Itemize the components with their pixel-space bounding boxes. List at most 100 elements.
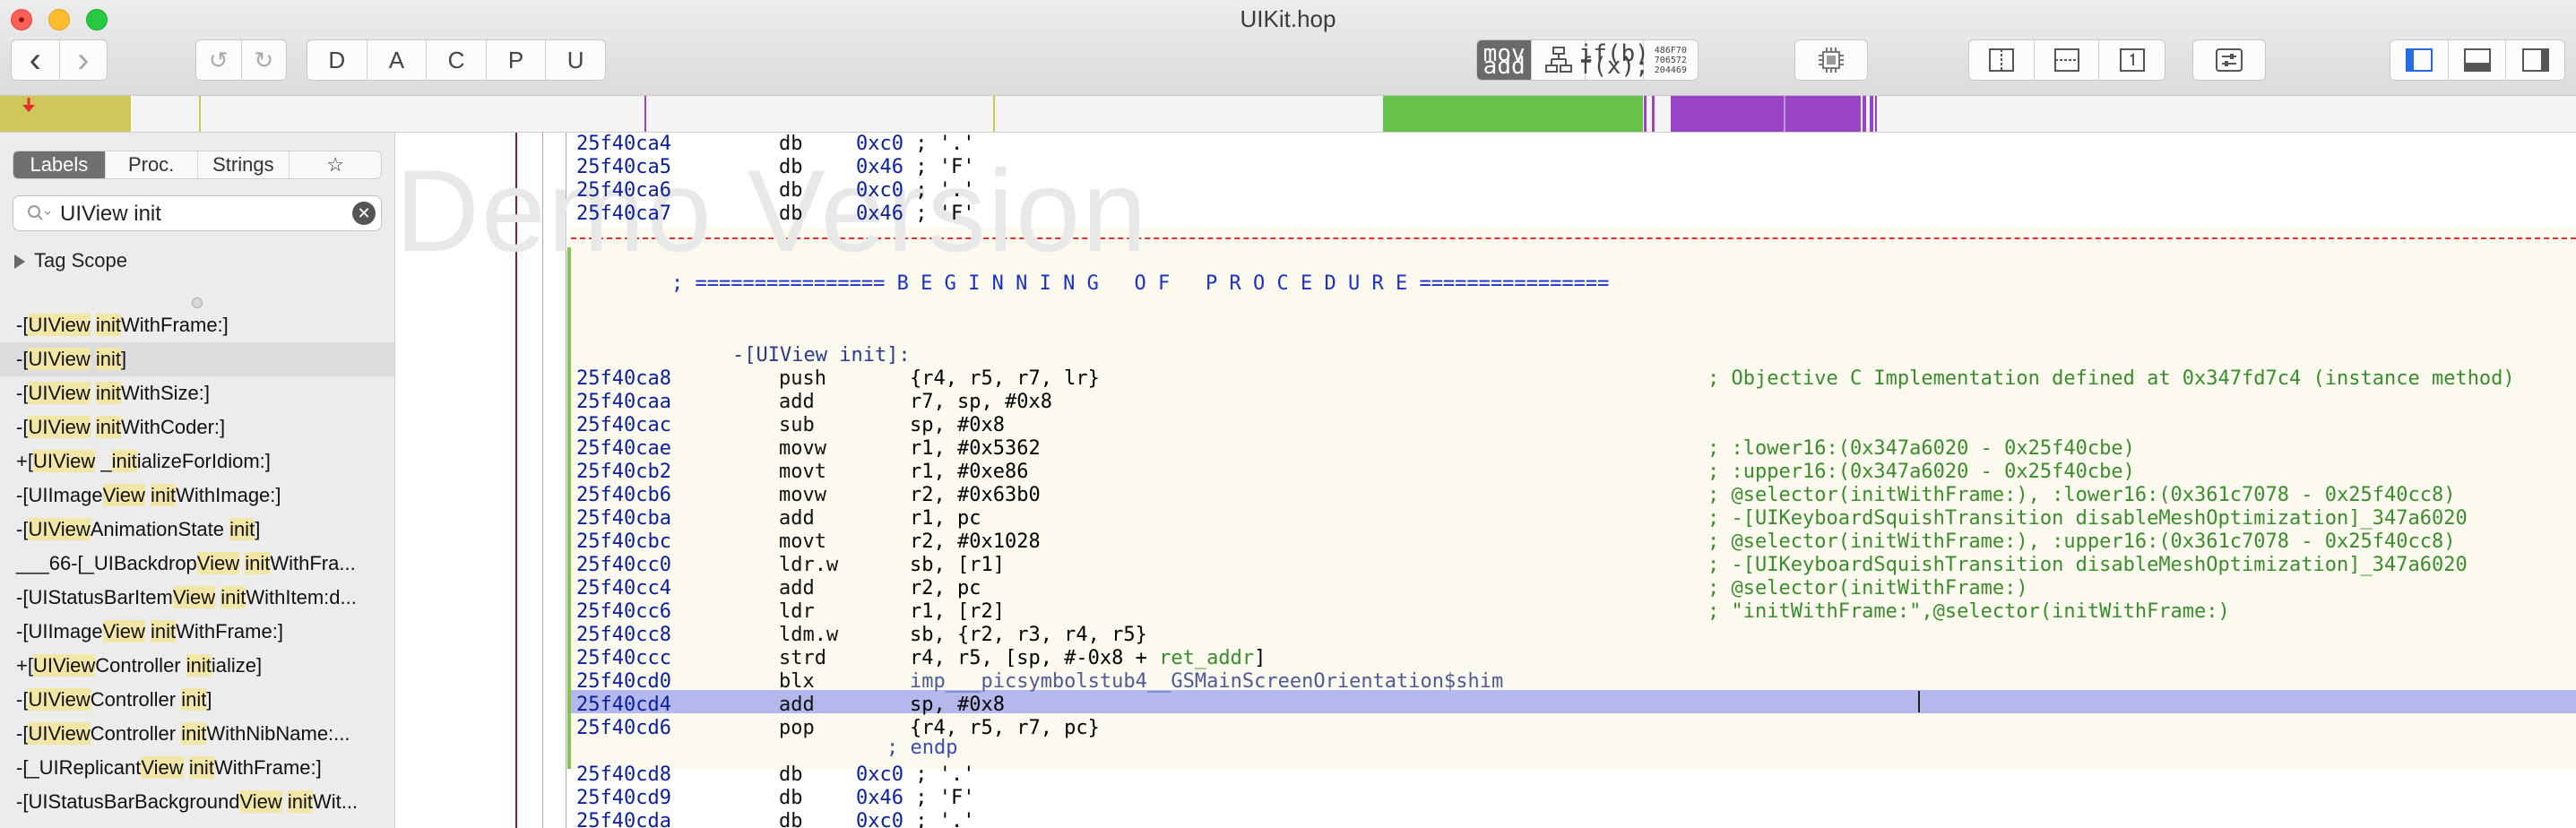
comment: ; Objective C Implementation defined at … xyxy=(1707,367,2515,390)
horizontal-split-button[interactable] xyxy=(2035,40,2100,80)
label-list-item[interactable]: -[UIViewAnimationState init] xyxy=(0,513,394,547)
label-list-item[interactable]: -[UIView init] xyxy=(0,342,394,376)
label-text: ] xyxy=(255,518,261,540)
redo-button[interactable]: ↻ xyxy=(242,40,287,80)
operands: 0xc0 ; '.' xyxy=(856,763,974,787)
mnemonic: ldm.w xyxy=(779,624,839,646)
label-list-item[interactable]: -[UIView initWithSize:] xyxy=(0,376,394,410)
search-match-text: init xyxy=(181,722,207,745)
address: 25f40cba xyxy=(576,507,671,530)
operand-token: sb, [r1] xyxy=(910,554,1005,576)
address: 25f40cd4 xyxy=(576,694,671,716)
forward-button[interactable]: › xyxy=(60,40,108,80)
back-button[interactable]: ‹ xyxy=(12,40,60,80)
label-text: ] xyxy=(206,688,212,711)
operand-token: ; '.' xyxy=(903,179,975,202)
data-type-button[interactable]: D xyxy=(307,40,367,80)
operands: sb, {r2, r3, r4, r5} xyxy=(910,624,1147,647)
operands: 0xc0 ; '.' xyxy=(856,810,974,828)
label-list-item[interactable]: -[UIView initWithFrame:] xyxy=(0,308,394,342)
segment-navigation-bar[interactable] xyxy=(0,96,2576,133)
label-list-item[interactable]: -[UIViewController init] xyxy=(0,683,394,717)
mnemonic: push xyxy=(779,367,826,390)
labels-list: -[UIView initWithFrame:] -[UIView init] -[… xyxy=(0,308,394,819)
vertical-split-button[interactable] xyxy=(1969,40,2035,80)
label-text: WithFrame:] xyxy=(213,756,322,779)
label-list-item[interactable]: -[_UIReplicantView initWithFrame:] xyxy=(0,751,394,785)
operand-token: r1, #0xe86 xyxy=(910,461,1029,483)
search-match-text: UIView xyxy=(28,722,91,745)
search-match-text: View xyxy=(102,484,145,506)
label-list-item[interactable]: -[UIViewController initWithNibName:... xyxy=(0,717,394,751)
mnemonic: db xyxy=(779,763,803,786)
label-list-item[interactable]: +[UIViewController initialize] xyxy=(0,649,394,683)
operand-token: ] xyxy=(1254,647,1266,669)
procedure-type-button[interactable]: P xyxy=(487,40,547,80)
tab-procedures[interactable]: Proc. xyxy=(106,151,198,178)
tag-scope-disclosure[interactable]: Tag Scope xyxy=(14,249,127,272)
label-text: WithFrame:] xyxy=(121,314,229,336)
splitter-handle[interactable] xyxy=(192,298,203,308)
comment: ; -[UIKeyboardSquishTransition disableMe… xyxy=(1707,554,2468,576)
comment: ; @selector(initWithFrame:), :lower16:(0… xyxy=(1707,484,2456,506)
label-text xyxy=(91,314,96,336)
tab-strings[interactable]: Strings xyxy=(198,151,290,178)
operand-token: r1, #0x5362 xyxy=(910,437,1041,460)
toggle-right-panel-button[interactable] xyxy=(2506,40,2564,80)
toggle-bottom-panel-button[interactable] xyxy=(2449,40,2507,80)
disassembly-view[interactable]: Demo Version ; ================ B E G I … xyxy=(395,133,2576,828)
sliders-icon xyxy=(2216,48,2243,72)
ascii-type-button[interactable]: A xyxy=(367,40,428,80)
cfg-mode-button[interactable] xyxy=(1532,40,1586,80)
tab-bookmarks[interactable]: ☆ xyxy=(290,151,381,178)
address: 25f40cda xyxy=(576,810,671,828)
document-settings-button[interactable] xyxy=(2192,39,2266,81)
toggle-left-panel-button[interactable] xyxy=(2390,40,2449,80)
search-match-text: init xyxy=(95,416,121,438)
clear-search-button[interactable]: ✕ xyxy=(352,202,376,225)
label-text: WithSize:] xyxy=(121,382,211,404)
mnemonic: ldr.w xyxy=(779,554,839,576)
mnemonic: add xyxy=(779,507,815,530)
address: 25f40ca5 xyxy=(576,156,671,178)
navbar-green-segment xyxy=(1383,96,1643,132)
single-pane-button[interactable] xyxy=(2099,40,2165,80)
label-list-item[interactable]: ___66-[_UIBackdropView initWithFra... xyxy=(0,547,394,581)
hex-mode-button[interactable]: 486F70 706572 204469 xyxy=(1644,40,1698,80)
label-list-item[interactable]: -[UIView initWithCoder:] xyxy=(0,410,394,444)
search-input[interactable] xyxy=(58,200,349,229)
label-list-item[interactable]: +[UIView _initializeForIdiom:] xyxy=(0,444,394,479)
label-list-item[interactable]: -[UIImageView initWithImage:] xyxy=(0,479,394,513)
vertical-split-icon xyxy=(1988,48,2014,72)
operand-token: ret_addr xyxy=(1159,647,1255,669)
mnemonic: blx xyxy=(779,670,815,693)
operand-token: r2, #0x63b0 xyxy=(910,484,1041,506)
undefined-type-button[interactable]: U xyxy=(546,40,605,80)
code-type-button[interactable]: C xyxy=(427,40,487,80)
mnemonic: db xyxy=(779,203,803,225)
label-list-item[interactable]: -[UIStatusBarBackgroundView initWit... xyxy=(0,785,394,819)
address: 25f40cc0 xyxy=(576,554,671,576)
address: 25f40cd0 xyxy=(576,670,671,693)
operands: {r4, r5, r7, lr} xyxy=(910,367,1100,391)
operand-token: ; 'F' xyxy=(903,787,975,809)
operands: r2, #0x1028 xyxy=(910,530,1041,554)
label-list-item[interactable]: -[UIImageView initWithFrame:] xyxy=(0,615,394,649)
undo-button[interactable]: ↺ xyxy=(196,40,242,80)
tab-labels[interactable]: Labels xyxy=(13,151,106,178)
label-text: +[ xyxy=(16,654,33,677)
search-icon xyxy=(28,205,51,220)
close-icon: ✕ xyxy=(357,203,371,222)
pseudocode-mode-button[interactable]: if(b) f(x); xyxy=(1579,40,1649,80)
comment: ; "initWithFrame:",@selector(initWithFra… xyxy=(1707,600,2230,623)
search-match-text: UIView xyxy=(28,416,91,438)
label-text: AnimationState xyxy=(90,518,230,540)
label-text xyxy=(91,382,96,404)
chevron-left-icon: ‹ xyxy=(29,40,41,80)
type-letters-group: D A C P U xyxy=(307,39,606,81)
right-sidebar-icon xyxy=(2521,48,2549,72)
label-text: -[_UIReplicant xyxy=(16,756,142,779)
cpu-button[interactable] xyxy=(1794,39,1868,81)
assembly-mode-button[interactable]: mov add xyxy=(1477,40,1533,80)
label-list-item[interactable]: -[UIStatusBarItemView initWithItem:d... xyxy=(0,581,394,615)
